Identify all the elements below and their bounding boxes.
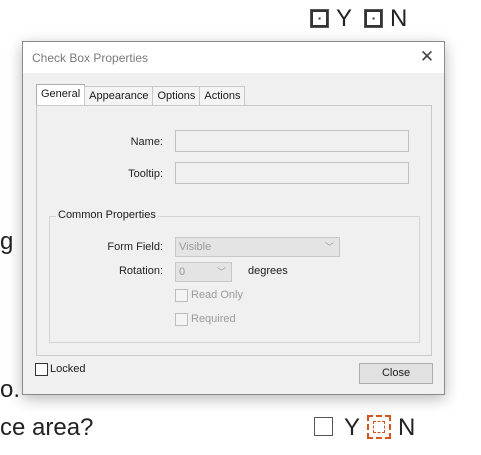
common-properties-group: Common Properties Form Field: Visible ﹀ … — [49, 209, 420, 343]
form-field-label: Form Field: — [107, 241, 163, 253]
general-tab-panel: Name: Tooltip: Common Properties Form Fi… — [36, 105, 432, 356]
tab-options[interactable]: Options — [152, 86, 201, 105]
read-only-checkbox[interactable] — [175, 289, 188, 302]
tab-actions[interactable]: Actions — [199, 86, 246, 105]
rotation-unit: degrees — [248, 265, 288, 277]
name-input[interactable] — [175, 130, 409, 152]
bottom-yes-checkbox-field[interactable] — [314, 417, 333, 436]
rotation-label: Rotation: — [118, 265, 163, 277]
rotation-select[interactable]: 0 ﹀ — [175, 262, 232, 282]
tooltip-input[interactable] — [175, 162, 409, 184]
required-checkbox[interactable] — [175, 313, 188, 326]
top-no-label: N — [390, 5, 408, 32]
locked-label: Locked — [50, 363, 86, 375]
close-button[interactable]: Close — [359, 363, 433, 384]
read-only-label: Read Only — [191, 289, 243, 301]
tab-general[interactable]: General — [36, 84, 86, 105]
name-label: Name: — [130, 136, 163, 148]
common-properties-title: Common Properties — [56, 209, 158, 221]
close-icon[interactable]: ✕ — [418, 48, 436, 66]
bottom-no-label: N — [398, 414, 416, 441]
left-fragment-1: g — [0, 228, 14, 255]
dialog-titlebar[interactable]: Check Box Properties ✕ — [23, 42, 444, 74]
top-yes-checkbox-field[interactable]: ▪ — [310, 9, 329, 28]
question-text: ce area? — [0, 414, 94, 441]
required-label: Required — [191, 313, 236, 325]
bottom-yes-label: Y — [344, 414, 361, 441]
tab-appearance[interactable]: Appearance — [84, 86, 154, 105]
field-icon: ▪ — [367, 12, 380, 25]
rotation-value: 0 — [179, 266, 186, 278]
tab-strip: General Appearance Options Actions — [36, 84, 246, 105]
top-yes-label: Y — [336, 5, 353, 32]
locked-checkbox[interactable] — [35, 363, 48, 376]
tooltip-label: Tooltip: — [128, 168, 163, 180]
bottom-no-checkbox-field-selected[interactable] — [367, 415, 391, 439]
form-field-value: Visible — [179, 241, 212, 253]
field-icon: ▪ — [313, 12, 326, 25]
form-field-select[interactable]: Visible ﹀ — [175, 237, 340, 257]
top-no-checkbox-field[interactable]: ▪ — [364, 9, 383, 28]
chevron-down-icon: ﹀ — [324, 242, 334, 252]
check-box-properties-dialog: Check Box Properties ✕ General Appearanc… — [22, 41, 445, 395]
dialog-title: Check Box Properties — [32, 51, 149, 65]
chevron-down-icon: ﹀ — [216, 267, 226, 277]
left-fragment-2: o. — [0, 376, 21, 403]
